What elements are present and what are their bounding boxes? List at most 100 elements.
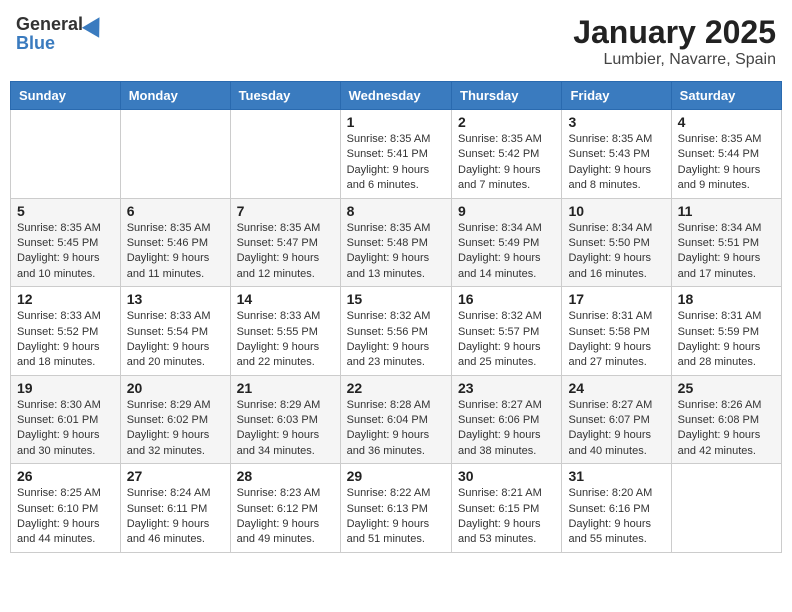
day-info: Sunrise: 8:28 AM Sunset: 6:04 PM Dayligh… bbox=[347, 398, 445, 460]
day-number: 28 bbox=[237, 468, 334, 484]
day-number: 31 bbox=[568, 468, 664, 484]
day-info: Sunrise: 8:33 AM Sunset: 5:55 PM Dayligh… bbox=[237, 309, 334, 371]
day-number: 23 bbox=[458, 380, 555, 396]
day-info: Sunrise: 8:32 AM Sunset: 5:56 PM Dayligh… bbox=[347, 309, 445, 371]
calendar-week-row: 19Sunrise: 8:30 AM Sunset: 6:01 PM Dayli… bbox=[11, 375, 782, 464]
calendar-cell: 5 Sunrise: 8:35 AM Sunset: 5:45 PM Daylig… bbox=[11, 198, 121, 287]
day-number: 15 bbox=[347, 291, 445, 307]
location-title: Lumbier, Navarre, Spain bbox=[573, 51, 776, 69]
day-info: Sunrise: 8:35 AM Sunset: 5:46 PM Dayligh… bbox=[127, 221, 224, 283]
calendar-cell: 19Sunrise: 8:30 AM Sunset: 6:01 PM Dayli… bbox=[11, 375, 121, 464]
day-info: Sunrise: 8:35 AM Sunset: 5:42 PM Dayligh… bbox=[458, 132, 555, 194]
day-info: Sunrise: 8:35 AM Sunset: 5:44 PM Dayligh… bbox=[678, 132, 775, 194]
calendar-cell bbox=[11, 110, 121, 199]
calendar-header-row: SundayMondayTuesdayWednesdayThursdayFrid… bbox=[11, 82, 782, 110]
calendar-cell: 23 Sunrise: 8:27 AM Sunset: 6:06 PM Dayli… bbox=[452, 375, 562, 464]
day-info: Sunrise: 8:34 AM Sunset: 5:51 PM Dayligh… bbox=[678, 221, 775, 283]
day-number: 1 bbox=[347, 114, 445, 130]
day-info: Sunrise: 8:31 AM Sunset: 5:58 PM Dayligh… bbox=[568, 309, 664, 371]
calendar-cell: 12 Sunrise: 8:33 AM Sunset: 5:52 PM Dayli… bbox=[11, 287, 121, 376]
calendar-cell: 25 Sunrise: 8:26 AM Sunset: 6:08 PM Dayli… bbox=[671, 375, 781, 464]
calendar-header-monday: Monday bbox=[120, 82, 230, 110]
calendar-cell: 20 Sunrise: 8:29 AM Sunset: 6:02 PM Dayli… bbox=[120, 375, 230, 464]
day-info: Sunrise: 8:34 AM Sunset: 5:50 PM Dayligh… bbox=[568, 221, 664, 283]
day-number: 3 bbox=[568, 114, 664, 130]
day-number: 10 bbox=[568, 203, 664, 219]
calendar-cell: 8 Sunrise: 8:35 AM Sunset: 5:48 PM Daylig… bbox=[340, 198, 451, 287]
calendar-cell: 4 Sunrise: 8:35 AM Sunset: 5:44 PM Daylig… bbox=[671, 110, 781, 199]
calendar-cell: 10 Sunrise: 8:34 AM Sunset: 5:50 PM Dayli… bbox=[562, 198, 671, 287]
calendar-cell: 3Sunrise: 8:35 AM Sunset: 5:43 PM Daylig… bbox=[562, 110, 671, 199]
header: General Blue January 2025 Lumbier, Navar… bbox=[10, 10, 782, 73]
day-number: 29 bbox=[347, 468, 445, 484]
day-info: Sunrise: 8:27 AM Sunset: 6:06 PM Dayligh… bbox=[458, 398, 555, 460]
calendar-cell: 27Sunrise: 8:24 AM Sunset: 6:11 PM Dayli… bbox=[120, 464, 230, 553]
calendar-week-row: 12 Sunrise: 8:33 AM Sunset: 5:52 PM Dayli… bbox=[11, 287, 782, 376]
day-number: 30 bbox=[458, 468, 555, 484]
day-number: 4 bbox=[678, 114, 775, 130]
calendar-cell: 14 Sunrise: 8:33 AM Sunset: 5:55 PM Dayli… bbox=[230, 287, 340, 376]
day-info: Sunrise: 8:26 AM Sunset: 6:08 PM Dayligh… bbox=[678, 398, 775, 460]
title-area: January 2025 Lumbier, Navarre, Spain bbox=[573, 14, 776, 69]
calendar-header-sunday: Sunday bbox=[11, 82, 121, 110]
day-number: 21 bbox=[237, 380, 334, 396]
calendar-cell: 17 Sunrise: 8:31 AM Sunset: 5:58 PM Dayli… bbox=[562, 287, 671, 376]
calendar-header-tuesday: Tuesday bbox=[230, 82, 340, 110]
day-info: Sunrise: 8:35 AM Sunset: 5:41 PM Dayligh… bbox=[347, 132, 445, 194]
logo-general-text: General bbox=[16, 14, 83, 35]
day-info: Sunrise: 8:35 AM Sunset: 5:48 PM Dayligh… bbox=[347, 221, 445, 283]
day-info: Sunrise: 8:20 AM Sunset: 6:16 PM Dayligh… bbox=[568, 486, 664, 548]
day-info: Sunrise: 8:27 AM Sunset: 6:07 PM Dayligh… bbox=[568, 398, 664, 460]
day-info: Sunrise: 8:21 AM Sunset: 6:15 PM Dayligh… bbox=[458, 486, 555, 548]
calendar-cell: 22 Sunrise: 8:28 AM Sunset: 6:04 PM Dayli… bbox=[340, 375, 451, 464]
day-number: 25 bbox=[678, 380, 775, 396]
calendar-cell: 1 Sunrise: 8:35 AM Sunset: 5:41 PM Daylig… bbox=[340, 110, 451, 199]
calendar-cell bbox=[120, 110, 230, 199]
day-number: 24 bbox=[568, 380, 664, 396]
day-number: 17 bbox=[568, 291, 664, 307]
day-info: Sunrise: 8:25 AM Sunset: 6:10 PM Dayligh… bbox=[17, 486, 114, 548]
logo-arrow-icon bbox=[82, 12, 108, 38]
day-number: 14 bbox=[237, 291, 334, 307]
calendar-cell: 30 Sunrise: 8:21 AM Sunset: 6:15 PM Dayli… bbox=[452, 464, 562, 553]
calendar-cell: 16 Sunrise: 8:32 AM Sunset: 5:57 PM Dayli… bbox=[452, 287, 562, 376]
calendar-header-saturday: Saturday bbox=[671, 82, 781, 110]
calendar-cell: 7Sunrise: 8:35 AM Sunset: 5:47 PM Daylig… bbox=[230, 198, 340, 287]
calendar-cell: 2Sunrise: 8:35 AM Sunset: 5:42 PM Daylig… bbox=[452, 110, 562, 199]
day-number: 16 bbox=[458, 291, 555, 307]
logo: General Blue bbox=[16, 14, 105, 54]
day-info: Sunrise: 8:35 AM Sunset: 5:45 PM Dayligh… bbox=[17, 221, 114, 283]
calendar-table: SundayMondayTuesdayWednesdayThursdayFrid… bbox=[10, 81, 782, 553]
logo-blue-text: Blue bbox=[16, 33, 55, 54]
day-number: 19 bbox=[17, 380, 114, 396]
day-info: Sunrise: 8:33 AM Sunset: 5:52 PM Dayligh… bbox=[17, 309, 114, 371]
calendar-cell: 11 Sunrise: 8:34 AM Sunset: 5:51 PM Dayli… bbox=[671, 198, 781, 287]
day-number: 18 bbox=[678, 291, 775, 307]
day-number: 5 bbox=[17, 203, 114, 219]
day-number: 26 bbox=[17, 468, 114, 484]
calendar-header-wednesday: Wednesday bbox=[340, 82, 451, 110]
day-info: Sunrise: 8:22 AM Sunset: 6:13 PM Dayligh… bbox=[347, 486, 445, 548]
day-info: Sunrise: 8:29 AM Sunset: 6:02 PM Dayligh… bbox=[127, 398, 224, 460]
calendar-cell: 18Sunrise: 8:31 AM Sunset: 5:59 PM Dayli… bbox=[671, 287, 781, 376]
calendar-cell: 24 Sunrise: 8:27 AM Sunset: 6:07 PM Dayli… bbox=[562, 375, 671, 464]
calendar-header-friday: Friday bbox=[562, 82, 671, 110]
day-number: 13 bbox=[127, 291, 224, 307]
day-number: 20 bbox=[127, 380, 224, 396]
day-number: 22 bbox=[347, 380, 445, 396]
calendar-cell: 28 Sunrise: 8:23 AM Sunset: 6:12 PM Dayli… bbox=[230, 464, 340, 553]
day-number: 12 bbox=[17, 291, 114, 307]
day-info: Sunrise: 8:33 AM Sunset: 5:54 PM Dayligh… bbox=[127, 309, 224, 371]
day-number: 8 bbox=[347, 203, 445, 219]
calendar-cell bbox=[671, 464, 781, 553]
day-info: Sunrise: 8:24 AM Sunset: 6:11 PM Dayligh… bbox=[127, 486, 224, 548]
calendar-header-thursday: Thursday bbox=[452, 82, 562, 110]
calendar-cell: 13 Sunrise: 8:33 AM Sunset: 5:54 PM Dayli… bbox=[120, 287, 230, 376]
day-number: 11 bbox=[678, 203, 775, 219]
calendar-cell: 15 Sunrise: 8:32 AM Sunset: 5:56 PM Dayli… bbox=[340, 287, 451, 376]
calendar-cell: 29 Sunrise: 8:22 AM Sunset: 6:13 PM Dayli… bbox=[340, 464, 451, 553]
day-info: Sunrise: 8:32 AM Sunset: 5:57 PM Dayligh… bbox=[458, 309, 555, 371]
day-info: Sunrise: 8:23 AM Sunset: 6:12 PM Dayligh… bbox=[237, 486, 334, 548]
day-number: 9 bbox=[458, 203, 555, 219]
calendar-cell: 26 Sunrise: 8:25 AM Sunset: 6:10 PM Dayli… bbox=[11, 464, 121, 553]
